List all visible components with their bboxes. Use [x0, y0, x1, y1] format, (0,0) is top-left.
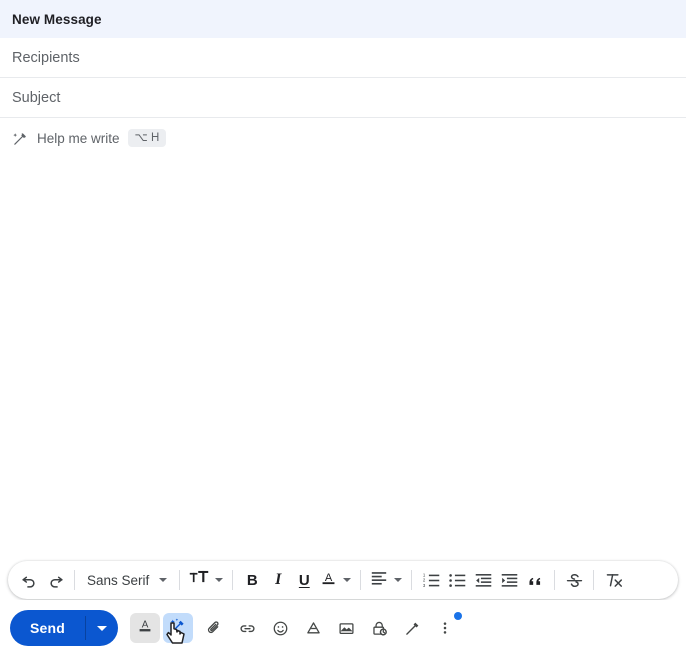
chevron-down-icon: [215, 578, 224, 582]
toolbar-divider: [360, 570, 362, 590]
more-options-button[interactable]: [430, 612, 463, 643]
chevron-down-icon: [159, 578, 168, 582]
font-size-icon: [189, 569, 209, 591]
formatting-toolbar: Sans Serif B I U A 1 2 3: [8, 561, 678, 599]
attach-files-button[interactable]: [199, 613, 229, 643]
underline-icon: U: [298, 571, 310, 589]
help-me-write-button[interactable]: [163, 613, 194, 643]
undo-button[interactable]: [16, 565, 42, 595]
svg-text:A: A: [325, 571, 333, 583]
toolbar-divider: [593, 570, 595, 590]
magic-pen-icon: [12, 130, 29, 147]
italic-button[interactable]: I: [265, 565, 291, 595]
chevron-down-icon: [97, 625, 108, 631]
page-title: New Message: [12, 11, 102, 27]
align-left-icon: [370, 569, 388, 592]
insert-drive-button[interactable]: [298, 613, 328, 643]
chevron-down-icon: [343, 578, 352, 582]
numbered-list-button[interactable]: 1 2 3: [418, 565, 444, 595]
recipients-row[interactable]: Recipients: [0, 38, 686, 78]
svg-text:3: 3: [423, 582, 426, 587]
toolbar-divider: [179, 570, 181, 590]
toolbar-divider: [232, 570, 234, 590]
align-dropdown[interactable]: [367, 565, 405, 595]
recipients-input[interactable]: Recipients: [12, 50, 80, 66]
subject-input[interactable]: Subject: [12, 90, 60, 106]
insert-link-button[interactable]: [232, 613, 262, 643]
send-button[interactable]: Send: [10, 610, 85, 646]
toolbar-divider: [411, 570, 413, 590]
send-label: Send: [30, 620, 66, 636]
strikethrough-button[interactable]: [561, 565, 587, 595]
bold-button[interactable]: B: [239, 565, 265, 595]
insert-photo-button[interactable]: [331, 613, 361, 643]
italic-icon: I: [275, 571, 282, 588]
send-button-group[interactable]: Send: [10, 610, 119, 646]
confidential-mode-button[interactable]: [364, 613, 394, 643]
underline-button[interactable]: U: [291, 565, 317, 595]
insert-signature-button[interactable]: [397, 613, 427, 643]
remove-formatting-button[interactable]: [600, 565, 626, 595]
compose-window: New Message Recipients Subject Help me w…: [0, 0, 686, 656]
font-family-dropdown[interactable]: Sans Serif: [81, 565, 173, 595]
toolbar-divider: [554, 570, 556, 590]
insert-emoji-button[interactable]: [265, 613, 295, 643]
chevron-down-icon: [394, 578, 403, 582]
indent-more-button[interactable]: [496, 565, 522, 595]
compose-action-bar: Send A: [0, 600, 686, 656]
help-me-write-shortcut: ⌥ H: [127, 128, 167, 148]
notification-badge: [454, 612, 463, 620]
bold-icon: B: [246, 571, 258, 589]
magic-pen-icon: [169, 617, 187, 640]
redo-button[interactable]: [42, 565, 68, 595]
quote-button[interactable]: [522, 565, 548, 595]
svg-text:A: A: [142, 619, 149, 630]
bulleted-list-button[interactable]: [444, 565, 470, 595]
font-family-label: Sans Serif: [87, 572, 150, 588]
text-color-icon: A: [320, 569, 337, 592]
help-me-write-row[interactable]: Help me write ⌥ H: [0, 118, 686, 158]
formatting-options-button[interactable]: A: [130, 613, 161, 643]
compose-tools: A: [130, 612, 463, 643]
indent-less-button[interactable]: [470, 565, 496, 595]
toolbar-divider: [74, 570, 75, 590]
text-format-icon: A: [136, 617, 154, 640]
subject-row[interactable]: Subject: [0, 78, 686, 118]
send-options-button[interactable]: [86, 610, 118, 646]
compose-header: New Message: [0, 0, 686, 38]
text-color-dropdown[interactable]: A: [317, 565, 354, 595]
help-me-write-label: Help me write: [37, 130, 120, 146]
font-size-dropdown[interactable]: [186, 565, 226, 595]
